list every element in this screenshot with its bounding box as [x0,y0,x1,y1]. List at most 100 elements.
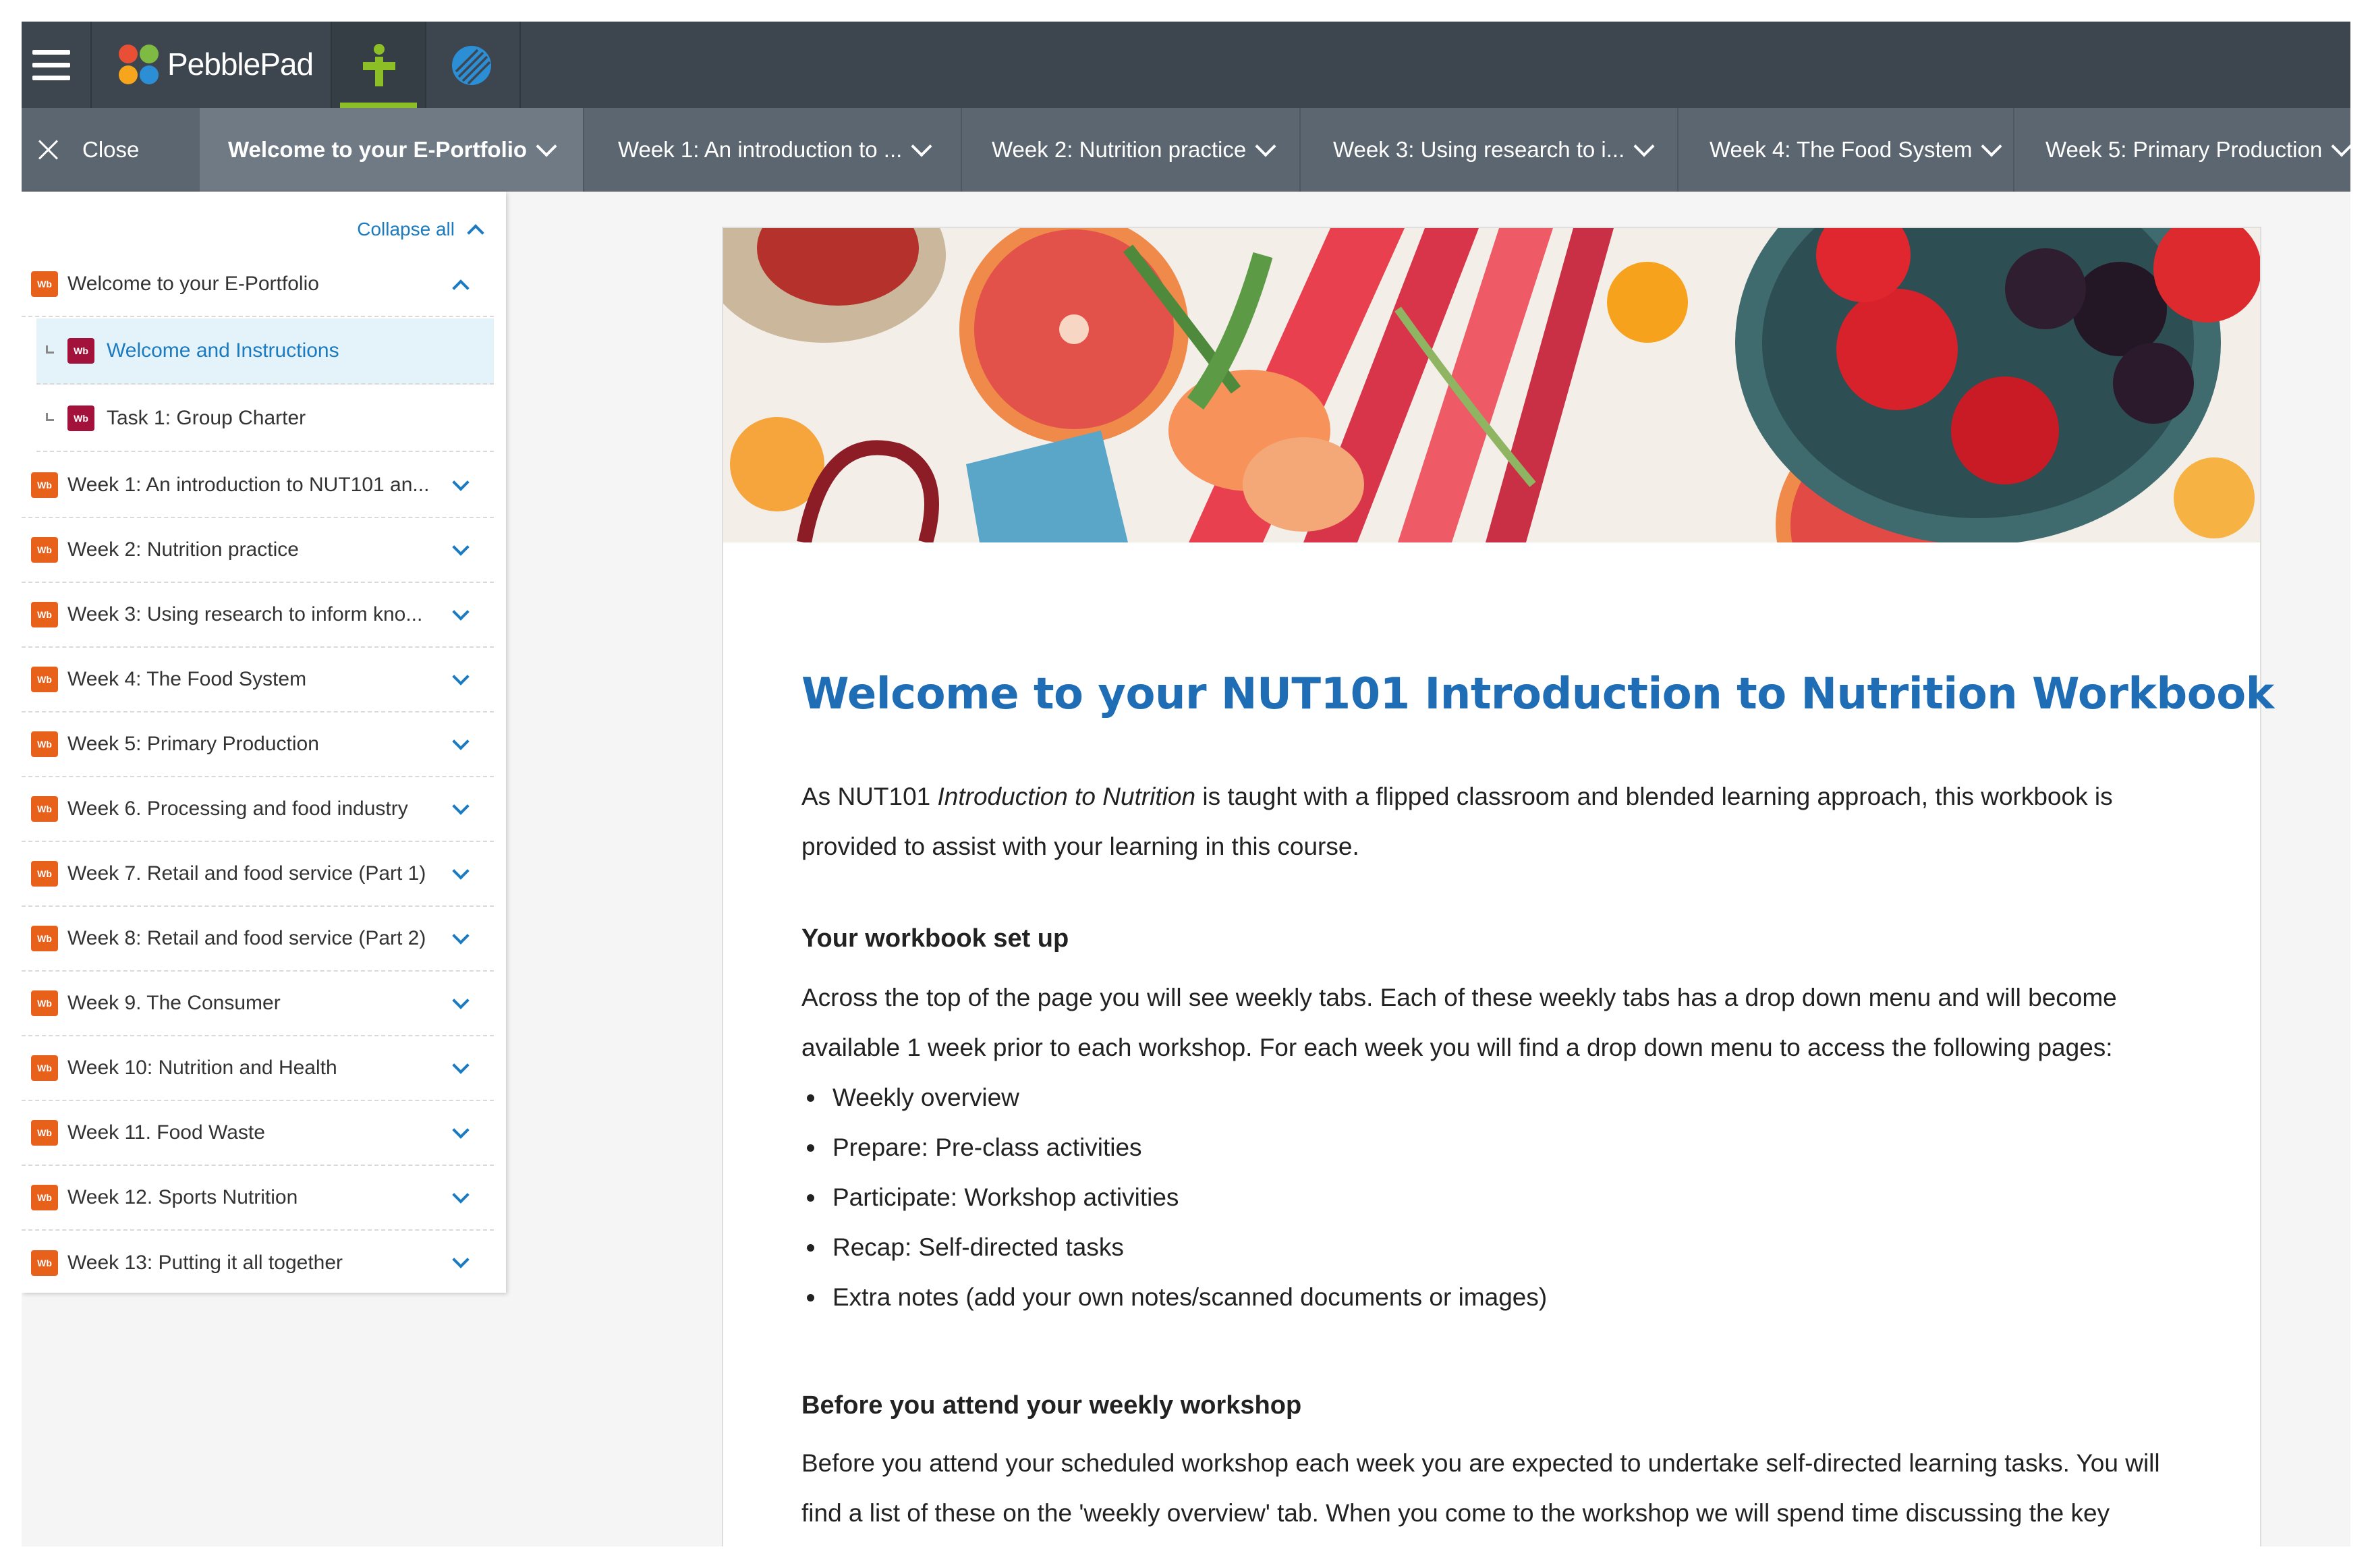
close-icon [38,140,58,160]
sidebar-item-label: Week 7. Retail and food service (Part 1) [67,862,426,885]
tab-label: Week 2: Nutrition practice [992,137,1247,162]
page-title: Welcome to your NUT101 Introduction to N… [801,669,2274,719]
chevron-down-icon[interactable] [452,862,470,880]
chevron-up-icon[interactable] [452,279,470,297]
sidebar-item-label: Welcome and Instructions [107,339,339,362]
sidebar-item-label: Week 9. The Consumer [67,992,281,1014]
workbook-badge-icon: Wb [31,1055,58,1081]
sidebar-item-week-1[interactable]: Wb Week 1: An introduction to NUT101 an.… [22,453,494,518]
tab-week-5[interactable]: Week 5: Primary Production [2014,108,2350,192]
sidebar-item-label: Week 12. Sports Nutrition [67,1186,298,1208]
sidebar-item-label: Task 1: Group Charter [107,407,306,429]
course-name: Introduction to Nutrition [937,783,1196,810]
setup-paragraph: Across the top of the page you will see … [801,984,2117,1061]
close-label: Close [82,137,140,162]
tab-label: Week 4: The Food System [1710,137,1973,162]
tab-label: Welcome to your E-Portfolio [228,137,528,162]
sidebar-item-week-10[interactable]: Wb Week 10: Nutrition and Health [22,1036,494,1101]
workbook-badge-icon: Wb [31,731,58,757]
chevron-down-icon[interactable] [452,1251,470,1268]
sidebar-item-label: Week 10: Nutrition and Health [67,1057,337,1079]
chevron-down-icon[interactable] [452,538,470,556]
chevron-down-icon [1981,136,2003,157]
chevron-down-icon[interactable] [452,927,470,945]
plus-person-icon [363,44,395,86]
tab-week-4[interactable]: Week 4: The Food System [1678,108,2014,192]
chevron-down-icon [536,136,557,157]
sidebar-item-week-11[interactable]: Wb Week 11. Food Waste [22,1101,494,1166]
workbook-button[interactable] [332,22,426,108]
page-badge-icon: Wb [67,405,94,431]
sidebar-item-label: Week 4: The Food System [67,668,307,690]
sidebar-item-label: Week 5: Primary Production [67,733,319,755]
list-item: Recap: Self-directed tasks [801,1223,1547,1272]
sidebar-item-week-3[interactable]: Wb Week 3: Using research to inform kno.… [22,583,494,648]
workbook-badge-icon: Wb [31,271,58,297]
workbook-badge-icon: Wb [31,796,58,822]
chevron-down-icon [1633,136,1655,157]
workbook-badge-icon: Wb [31,537,58,563]
sidebar-item-label: Week 13: Putting it all together [67,1252,343,1274]
chevron-down-icon[interactable] [452,1186,470,1204]
sidebar-item-label: Week 6. Processing and food industry [67,797,408,820]
list-item: Weekly overview [801,1073,1547,1123]
sidebar-item-week-4[interactable]: Wb Week 4: The Food System [22,648,494,712]
tab-week-2[interactable]: Week 2: Nutrition practice [962,108,1301,192]
atlas-button[interactable] [426,22,521,108]
sub-arrow-icon [46,413,54,421]
tab-label: Week 3: Using research to i... [1333,137,1625,162]
pebblepad-logo-icon [119,45,159,85]
sidebar-item-week-2[interactable]: Wb Week 2: Nutrition practice [22,518,494,583]
sidebar-item-week-7[interactable]: Wb Week 7. Retail and food service (Part… [22,842,494,907]
sidebar-item-week-9[interactable]: Wb Week 9. The Consumer [22,972,494,1036]
setup-heading: Your workbook set up [801,924,1069,953]
workbook-badge-icon: Wb [31,1185,58,1210]
before-workshop-heading: Before you attend your weekly workshop [801,1391,1302,1420]
workbook-page: Welcome to your NUT101 Introduction to N… [722,227,2274,1546]
sidebar-item-label: Week 11. Food Waste [67,1121,265,1144]
chevron-down-icon[interactable] [452,603,470,621]
workbook-badge-icon: Wb [31,667,58,692]
fruit-banner-illustration [723,228,2260,542]
tab-welcome[interactable]: Welcome to your E-Portfolio [200,108,584,192]
before-workshop-paragraph: Before you attend your scheduled worksho… [801,1449,2160,1527]
chevron-down-icon[interactable] [452,1057,470,1074]
app-window: PebblePad Close Welcome to your E-Portfo… [22,22,2350,1546]
sidebar-item-label: Welcome to your E-Portfolio [67,273,319,295]
sidebar-item-week-8[interactable]: Wb Week 8: Retail and food service (Part… [22,907,494,972]
sidebar-item-week-12[interactable]: Wb Week 12. Sports Nutrition [22,1166,494,1231]
globe-icon [452,46,491,85]
workbook-badge-icon: Wb [31,1120,58,1146]
workbook-badge-icon: Wb [31,990,58,1016]
chevron-down-icon [1255,136,1276,157]
close-button[interactable]: Close [22,108,200,192]
pebblepad-home-link[interactable]: PebblePad [92,22,332,108]
tab-label: Week 5: Primary Production [2045,137,2323,162]
chevron-down-icon [2331,136,2350,157]
sidebar-subitem-group-charter[interactable]: Wb Task 1: Group Charter [36,386,494,452]
chevron-down-icon[interactable] [452,668,470,685]
sidebar-item-week-13[interactable]: Wb Week 13: Putting it all together [22,1231,494,1295]
banner-image [723,228,2260,542]
chevron-down-icon[interactable] [452,797,470,815]
menu-button[interactable] [22,22,92,108]
tab-label: Week 1: An introduction to ... [618,137,903,162]
chevron-down-icon[interactable] [452,992,470,1009]
chevron-down-icon[interactable] [452,474,470,491]
chevron-down-icon [911,136,932,157]
hamburger-line [32,76,70,80]
collapse-all-button[interactable]: Collapse all [357,219,484,242]
chevron-down-icon[interactable] [452,733,470,750]
sidebar-item-week-6[interactable]: Wb Week 6. Processing and food industry [22,777,494,842]
sidebar-subitem-welcome-instructions[interactable]: Wb Welcome and Instructions [36,318,494,385]
chevron-down-icon[interactable] [452,1121,470,1139]
page-badge-icon: Wb [67,338,94,364]
list-item: Extra notes (add your own notes/scanned … [801,1272,1547,1322]
page-list: Weekly overview Prepare: Pre-class activ… [801,1073,1547,1322]
sidebar-item-welcome[interactable]: Wb Welcome to your E-Portfolio [22,252,494,317]
tab-week-1[interactable]: Week 1: An introduction to ... [584,108,962,192]
chevron-up-icon [467,224,484,242]
tab-week-3[interactable]: Week 3: Using research to i... [1301,108,1678,192]
sidebar-item-week-5[interactable]: Wb Week 5: Primary Production [22,712,494,777]
sidebar-item-label: Week 8: Retail and food service (Part 2) [67,927,426,949]
